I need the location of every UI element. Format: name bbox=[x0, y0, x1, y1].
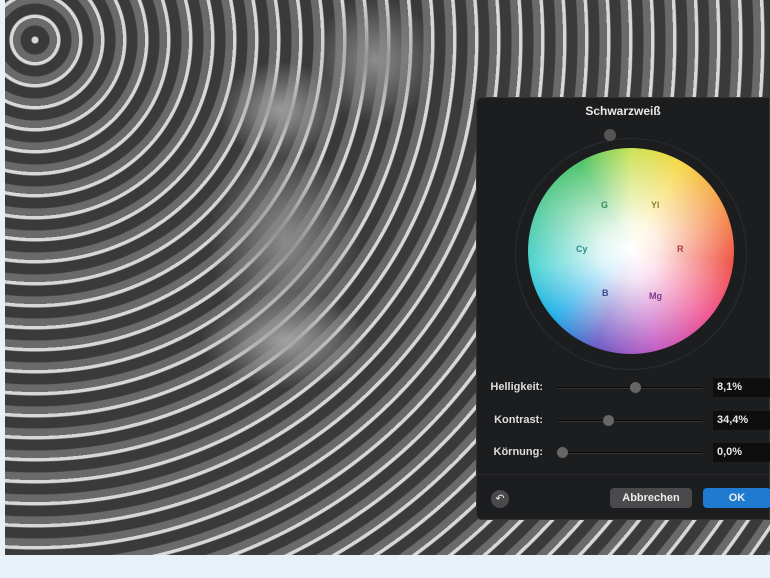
slider-row-kontrast: Kontrast: 34,4% bbox=[477, 411, 770, 431]
slider-thumb[interactable] bbox=[602, 415, 614, 426]
divider bbox=[477, 474, 769, 475]
wheel-label-g: G bbox=[601, 200, 609, 210]
wheel-label-cy: Cy bbox=[576, 244, 588, 254]
slider-thumb[interactable] bbox=[630, 382, 642, 393]
slider-thumb[interactable] bbox=[557, 447, 568, 458]
koernung-value[interactable]: 0,0% bbox=[713, 443, 770, 462]
slider-label: Körnung: bbox=[493, 446, 543, 458]
helligkeit-value[interactable]: 8,1% bbox=[713, 378, 770, 397]
slider-label: Helligkeit: bbox=[490, 381, 543, 393]
wheel-label-mg: Mg bbox=[649, 291, 662, 301]
wheel-label-r: R bbox=[677, 244, 684, 254]
wheel-label-b: B bbox=[602, 288, 609, 298]
slider-row-helligkeit: Helligkeit: 8,1% bbox=[477, 378, 770, 398]
panel-title: Schwarzweiß bbox=[585, 104, 661, 118]
kontrast-slider[interactable] bbox=[557, 415, 702, 426]
slider-row-koernung: Körnung: 0,0% bbox=[477, 443, 770, 463]
slider-label: Kontrast: bbox=[494, 414, 543, 426]
cancel-button[interactable]: Abbrechen bbox=[610, 488, 692, 508]
wheel-label-yl: Yl bbox=[651, 200, 660, 210]
helligkeit-slider[interactable] bbox=[557, 382, 702, 393]
wheel-handle[interactable] bbox=[604, 129, 616, 141]
color-wheel[interactable]: G Yl Cy R B Mg bbox=[528, 148, 734, 354]
black-white-panel: Schwarzweiß G Yl Cy R B Mg Helligkeit: 8… bbox=[476, 97, 770, 520]
ok-button[interactable]: OK bbox=[703, 488, 770, 508]
koernung-slider[interactable] bbox=[557, 447, 702, 458]
kontrast-value[interactable]: 34,4% bbox=[713, 411, 770, 430]
reset-icon[interactable]: ↶ bbox=[491, 490, 509, 508]
